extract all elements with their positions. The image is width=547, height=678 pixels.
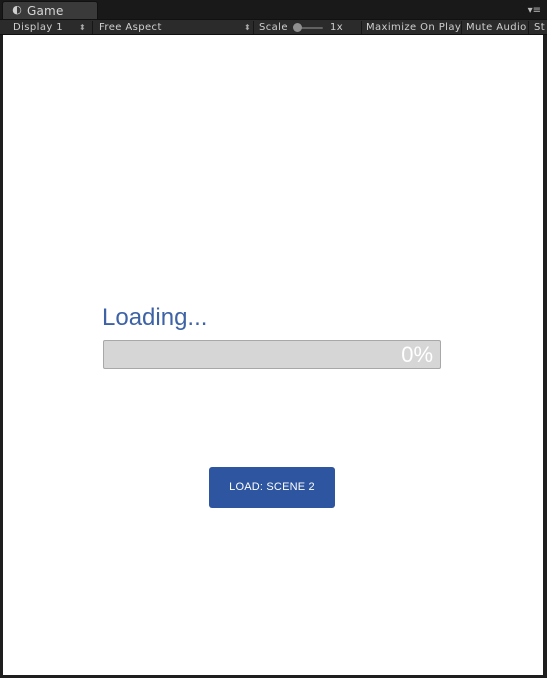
stats-label: St: [534, 22, 546, 33]
scale-label: Scale: [259, 22, 288, 33]
display-dropdown[interactable]: Display 1: [13, 20, 63, 35]
progress-percent: 0%: [401, 342, 433, 367]
scale-value: 1x: [330, 22, 344, 33]
aspect-dropdown-arrow-icon: ⬍: [244, 23, 252, 32]
toolbar-divider: [361, 21, 362, 34]
scale-slider-thumb[interactable]: [293, 23, 302, 32]
mute-audio-toggle[interactable]: Mute Audio: [466, 20, 527, 35]
game-viewport: Loading... 0% LOAD: SCENE 2: [3, 35, 543, 675]
maximize-on-play-toggle[interactable]: Maximize On Play: [366, 20, 461, 35]
editor-tab-strip: ◐ Game ▾≡: [0, 0, 547, 19]
tab-menu-icon[interactable]: ▾≡: [527, 5, 541, 17]
aspect-dropdown[interactable]: Free Aspect: [99, 20, 162, 35]
game-view-toolbar: Display 1 ⬍ Free Aspect ⬍ Scale 1x Maxim…: [0, 19, 547, 35]
toolbar-divider: [253, 21, 254, 34]
display-dropdown-arrow-icon: ⬍: [79, 23, 87, 32]
maximize-on-play-label: Maximize On Play: [366, 22, 462, 33]
aspect-dropdown-label: Free Aspect: [99, 22, 162, 33]
display-dropdown-label: Display 1: [13, 22, 64, 33]
loading-progress-bar: 0%: [103, 340, 441, 369]
mute-audio-label: Mute Audio: [466, 22, 527, 33]
toolbar-divider: [528, 21, 529, 34]
game-tab[interactable]: ◐ Game: [2, 1, 98, 19]
toolbar-divider: [92, 21, 93, 34]
stats-toggle[interactable]: St: [534, 20, 545, 35]
game-tab-label: Game: [27, 4, 64, 18]
game-controller-icon: ◐: [12, 3, 22, 16]
load-scene-2-button[interactable]: LOAD: SCENE 2: [209, 467, 335, 508]
toolbar-divider: [461, 21, 462, 34]
loading-text: Loading...: [102, 304, 208, 331]
